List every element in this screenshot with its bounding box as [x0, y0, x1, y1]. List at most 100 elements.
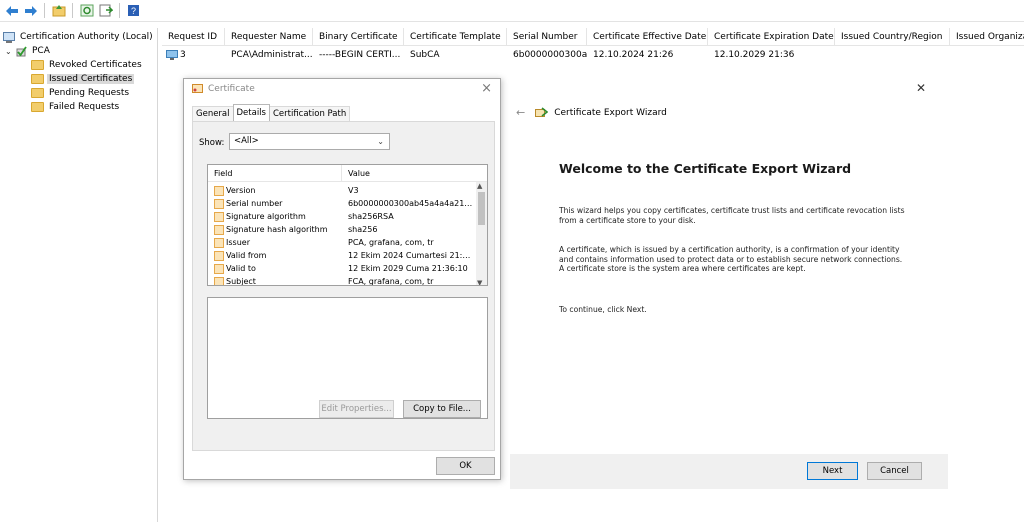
- field-icon: [214, 224, 224, 235]
- tree-item-revoked[interactable]: Revoked Certificates: [31, 58, 144, 72]
- console-tree: Certification Authority (Local) ⌄ PCA Re…: [0, 28, 158, 522]
- tree-item-label: Failed Requests: [49, 102, 120, 112]
- tab-general[interactable]: General: [192, 106, 234, 121]
- field-icon: [214, 250, 224, 261]
- field-icon: [214, 237, 224, 248]
- field-row[interactable]: Signature algorithm sha256RSA: [208, 210, 478, 223]
- field-name: Valid from: [226, 251, 267, 260]
- export-list-icon[interactable]: [97, 2, 114, 19]
- field-icon: [214, 263, 224, 274]
- list-header: Request ID Requester Name Binary Certifi…: [162, 28, 1024, 46]
- ok-button[interactable]: OK: [436, 457, 495, 475]
- cell-requester: PCA\Administrat...: [231, 50, 313, 60]
- field-row[interactable]: Serial number 6b0000000300ab45a4a4a21c..…: [208, 197, 478, 210]
- copy-to-file-button[interactable]: Copy to File...: [403, 400, 481, 418]
- tree-item-label: Pending Requests: [49, 88, 130, 98]
- field-name: Subject: [226, 277, 256, 286]
- table-row[interactable]: 3 PCA\Administrat... -----BEGIN CERTI...…: [162, 48, 1024, 62]
- dialog-tabs: General Details Certification Path: [192, 104, 351, 121]
- next-button[interactable]: Next: [807, 462, 858, 480]
- field-row[interactable]: Subject FCA, grafana, com, tr: [208, 275, 478, 286]
- refresh-icon[interactable]: [78, 2, 95, 19]
- show-label: Show:: [199, 138, 225, 148]
- fields-header: Field Value: [208, 165, 487, 182]
- field-name: Signature hash algorithm: [226, 225, 328, 234]
- close-icon[interactable]: ✕: [916, 81, 926, 95]
- field-row[interactable]: Issuer PCA, grafana, com, tr: [208, 236, 478, 249]
- certificate-icon: [192, 84, 203, 93]
- folder-icon: [31, 60, 44, 70]
- show-select[interactable]: <All> ⌄: [229, 133, 390, 150]
- tree-item-issued[interactable]: Issued Certificates: [31, 72, 135, 86]
- tree-item-failed[interactable]: Failed Requests: [31, 100, 121, 114]
- back-arrow-icon[interactable]: ←: [516, 106, 525, 119]
- field-value: FCA, grafana, com, tr: [348, 277, 434, 286]
- tree-ca-node[interactable]: ⌄ PCA: [5, 44, 52, 58]
- field-row[interactable]: Valid to 12 Ekim 2029 Cuma 21:36:10: [208, 262, 478, 275]
- details-panel: Show: <All> ⌄ Field Value Version V3 Ser…: [192, 121, 495, 451]
- close-icon[interactable]: ×: [481, 81, 492, 96]
- field-name: Issuer: [226, 238, 250, 247]
- field-value: 12 Ekim 2024 Cumartesi 21:26...: [348, 251, 474, 260]
- field-icon: [214, 211, 224, 222]
- scrollbar-thumb[interactable]: [478, 192, 485, 225]
- column-header-template[interactable]: Certificate Template: [404, 28, 507, 46]
- field-name: Valid to: [226, 264, 256, 273]
- tree-root[interactable]: Certification Authority (Local): [3, 30, 155, 44]
- edit-properties-button[interactable]: Edit Properties...: [319, 400, 394, 418]
- back-icon[interactable]: [3, 2, 20, 19]
- tree-item-label: Revoked Certificates: [49, 60, 142, 70]
- chevron-down-icon: ⌄: [377, 137, 384, 146]
- wizard-footer: Next Cancel: [510, 454, 948, 489]
- tree-root-label: Certification Authority (Local): [20, 32, 153, 42]
- fields-listview: Field Value Version V3 Serial number 6b0…: [207, 164, 488, 286]
- toolbar: ?: [0, 0, 1024, 22]
- request-id-text: 3: [180, 50, 186, 60]
- dialog-title-bar: Certificate: [192, 84, 255, 94]
- forward-icon[interactable]: [22, 2, 39, 19]
- wizard-heading: Welcome to the Certificate Export Wizard: [559, 161, 852, 176]
- scroll-down-icon[interactable]: ▼: [477, 279, 482, 285]
- column-header-effective[interactable]: Certificate Effective Date: [587, 28, 708, 46]
- wizard-paragraph-2: A certificate, which is issued by a cert…: [559, 245, 903, 273]
- chevron-down-icon[interactable]: ⌄: [5, 47, 14, 56]
- value-column-header[interactable]: Value: [342, 165, 478, 181]
- tree-ca-label: PCA: [32, 46, 50, 56]
- cell-request-id: 3: [162, 50, 225, 60]
- vertical-scrollbar[interactable]: ▲ ▼: [476, 182, 487, 285]
- cell-serial: 6b0000000300a...: [513, 50, 587, 60]
- field-value: 6b0000000300ab45a4a4a21c...: [348, 199, 474, 208]
- column-header-request-id[interactable]: Request ID: [162, 28, 225, 46]
- tree-item-label: Issued Certificates: [47, 74, 135, 84]
- column-header-binary[interactable]: Binary Certificate: [313, 28, 404, 46]
- certificate-row-icon: [166, 50, 178, 60]
- field-row[interactable]: Valid from 12 Ekim 2024 Cumartesi 21:26.…: [208, 249, 478, 262]
- field-value: sha256: [348, 225, 378, 234]
- column-header-country[interactable]: Issued Country/Region: [835, 28, 950, 46]
- field-name: Serial number: [226, 199, 283, 208]
- field-name: Version: [226, 186, 256, 195]
- ca-check-icon: [16, 45, 27, 56]
- field-row[interactable]: Version V3: [208, 184, 478, 197]
- cancel-button[interactable]: Cancel: [867, 462, 922, 480]
- up-folder-icon[interactable]: [50, 2, 67, 19]
- tree-item-pending[interactable]: Pending Requests: [31, 86, 131, 100]
- cell-expiration: 12.10.2029 21:36: [714, 50, 795, 60]
- column-header-expiration[interactable]: Certificate Expiration Date: [708, 28, 835, 46]
- field-column-header[interactable]: Field: [208, 165, 342, 181]
- wizard-title: Certificate Export Wizard: [554, 107, 667, 118]
- scroll-up-icon[interactable]: ▲: [477, 182, 482, 190]
- column-header-requester[interactable]: Requester Name: [225, 28, 313, 46]
- folder-icon: [31, 88, 44, 98]
- certificate-dialog: Certificate × General Details Certificat…: [183, 78, 501, 480]
- tab-certification-path[interactable]: Certification Path: [268, 106, 351, 121]
- field-value: PCA, grafana, com, tr: [348, 238, 434, 247]
- wizard-paragraph-1: This wizard helps you copy certificates,…: [559, 206, 905, 225]
- help-icon[interactable]: ?: [125, 2, 142, 19]
- tab-details[interactable]: Details: [232, 104, 270, 121]
- column-header-serial[interactable]: Serial Number: [507, 28, 587, 46]
- column-header-organization[interactable]: Issued Organizat: [950, 28, 1024, 46]
- field-value: sha256RSA: [348, 212, 394, 221]
- field-row[interactable]: Signature hash algorithm sha256: [208, 223, 478, 236]
- field-icon: [214, 276, 224, 285]
